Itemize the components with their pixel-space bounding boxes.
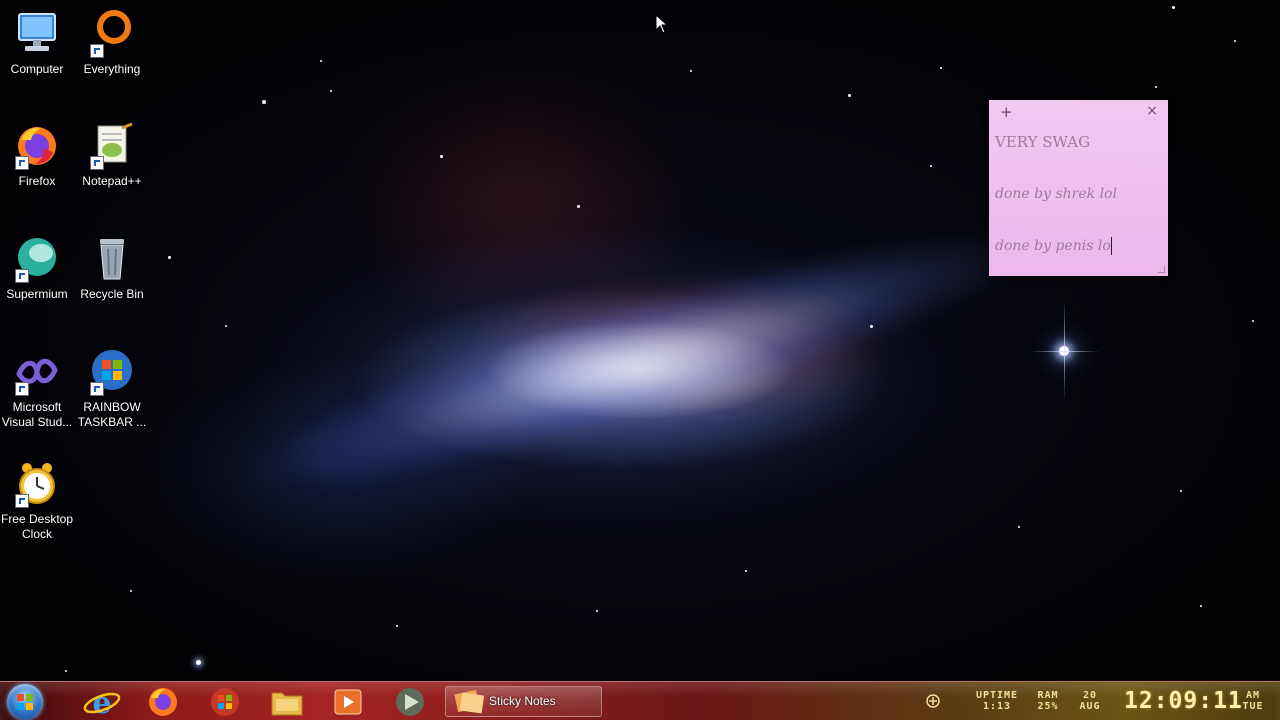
date-day: 20 <box>1082 690 1098 701</box>
desktop-icon-label: Everything <box>83 62 141 76</box>
add-note-button[interactable]: + <box>1000 103 1013 121</box>
desktop-icon-notepad-plus-plus[interactable]: Notepad++ <box>75 122 149 189</box>
wmp-icon <box>396 688 424 716</box>
date-month: AUG <box>1079 701 1101 712</box>
firefox-icon <box>149 688 177 716</box>
wallpaper-galaxy <box>229 189 1051 531</box>
sticky-note-titlebar[interactable]: + × <box>989 100 1168 126</box>
taskbar-file-explorer[interactable] <box>267 685 307 719</box>
text-caret <box>1110 237 1112 255</box>
desktop-icon-label: Free Desktop Clock <box>0 512 74 541</box>
svg-text:e: e <box>92 686 111 719</box>
desktop-icon-visual-studio[interactable]: Microsoft Visual Stud... <box>0 348 74 430</box>
sticky-note-window[interactable]: + × VERY SWAG done by shrek lol done by … <box>989 100 1168 276</box>
desktop[interactable]: Computer Everything Firefox Notepad++ Su… <box>0 0 1280 720</box>
resize-grip[interactable] <box>1158 266 1165 273</box>
visual-studio-icon <box>13 348 61 396</box>
desktop-icon-label: Firefox <box>18 174 56 188</box>
taskbar-wmp[interactable] <box>390 685 430 719</box>
note-line: VERY SWAG <box>995 133 1091 151</box>
clock-ampm: AM <box>1245 690 1261 701</box>
taskbar: e Sticky Notes UPTIME 1:13 RAM 25% 20 AU… <box>0 681 1280 720</box>
desktop-icon-rainbow-taskbar[interactable]: RAINBOW TASKBAR ... <box>75 348 149 430</box>
uptime-label: UPTIME <box>975 690 1019 701</box>
notepad-plus-plus-icon <box>88 122 136 170</box>
ram-label: RAM <box>1037 690 1059 701</box>
desktop-icon-label: RAINBOW TASKBAR ... <box>77 400 147 429</box>
desktop-icon-recycle-bin[interactable]: Recycle Bin <box>75 235 149 302</box>
desktop-clock-icon <box>13 460 61 508</box>
shortcut-arrow-icon <box>15 156 29 170</box>
desktop-icon-computer[interactable]: Computer <box>0 10 74 77</box>
desktop-icon-label: Computer <box>10 62 64 76</box>
uptime-value: 1:13 <box>982 701 1012 712</box>
taskbar-sticky-notes[interactable]: Sticky Notes <box>445 686 602 717</box>
task-label: Sticky Notes <box>489 694 556 708</box>
desktop-icon-label: Recycle Bin <box>80 287 144 301</box>
shortcut-arrow-icon <box>90 382 104 396</box>
desktop-icon-everything[interactable]: Everything <box>75 10 149 77</box>
note-line: done by shrek lol <box>995 186 1117 202</box>
shortcut-arrow-icon <box>15 382 29 396</box>
sticky-note-text-area[interactable]: VERY SWAG done by shrek lol done by peni… <box>989 126 1168 288</box>
everything-icon <box>88 10 136 58</box>
mouse-pointer-icon <box>655 13 669 34</box>
note-line-with-caret: done by penis lo <box>995 236 1162 288</box>
desktop-icon-supermium[interactable]: Supermium <box>0 235 74 302</box>
rainbow-taskbar-icon <box>88 348 136 396</box>
recycle-bin-icon <box>88 235 136 283</box>
desktop-icon-label: Notepad++ <box>82 174 142 188</box>
windows-logo-icon <box>17 694 33 710</box>
ram-value: 25% <box>1037 701 1059 712</box>
tray-app-icon[interactable] <box>925 693 941 709</box>
desktop-icon-firefox[interactable]: Firefox <box>0 122 74 189</box>
close-note-button[interactable]: × <box>1146 103 1158 119</box>
media-player-icon <box>334 689 362 715</box>
shortcut-arrow-icon <box>90 44 104 58</box>
windows-media-icon <box>211 688 239 716</box>
supermium-icon <box>13 235 61 283</box>
system-tray: UPTIME 1:13 RAM 25% 20 AUG 12:09:11 AM T… <box>920 682 1280 720</box>
taskbar-media-player[interactable] <box>328 685 368 719</box>
taskbar-internet-explorer[interactable]: e <box>82 685 122 720</box>
desktop-icon-label: Microsoft Visual Stud... <box>1 400 73 429</box>
clock-time[interactable]: 12:09:11 <box>1124 688 1243 714</box>
clock-weekday: TUE <box>1242 701 1264 712</box>
note-line: done by penis lo <box>995 238 1111 254</box>
start-button[interactable] <box>7 684 43 720</box>
desktop-icon-free-desktop-clock[interactable]: Free Desktop Clock <box>0 460 74 542</box>
firefox-icon <box>13 122 61 170</box>
taskbar-windows-media[interactable] <box>205 685 245 719</box>
internet-explorer-icon: e <box>83 686 121 720</box>
shortcut-arrow-icon <box>15 269 29 283</box>
shortcut-arrow-icon <box>15 494 29 508</box>
taskbar-firefox[interactable] <box>143 685 183 719</box>
file-explorer-icon <box>271 692 303 716</box>
computer-icon <box>13 10 61 58</box>
shortcut-arrow-icon <box>90 156 104 170</box>
desktop-icon-label: Supermium <box>6 287 68 301</box>
sticky-notes-icon <box>454 689 485 714</box>
